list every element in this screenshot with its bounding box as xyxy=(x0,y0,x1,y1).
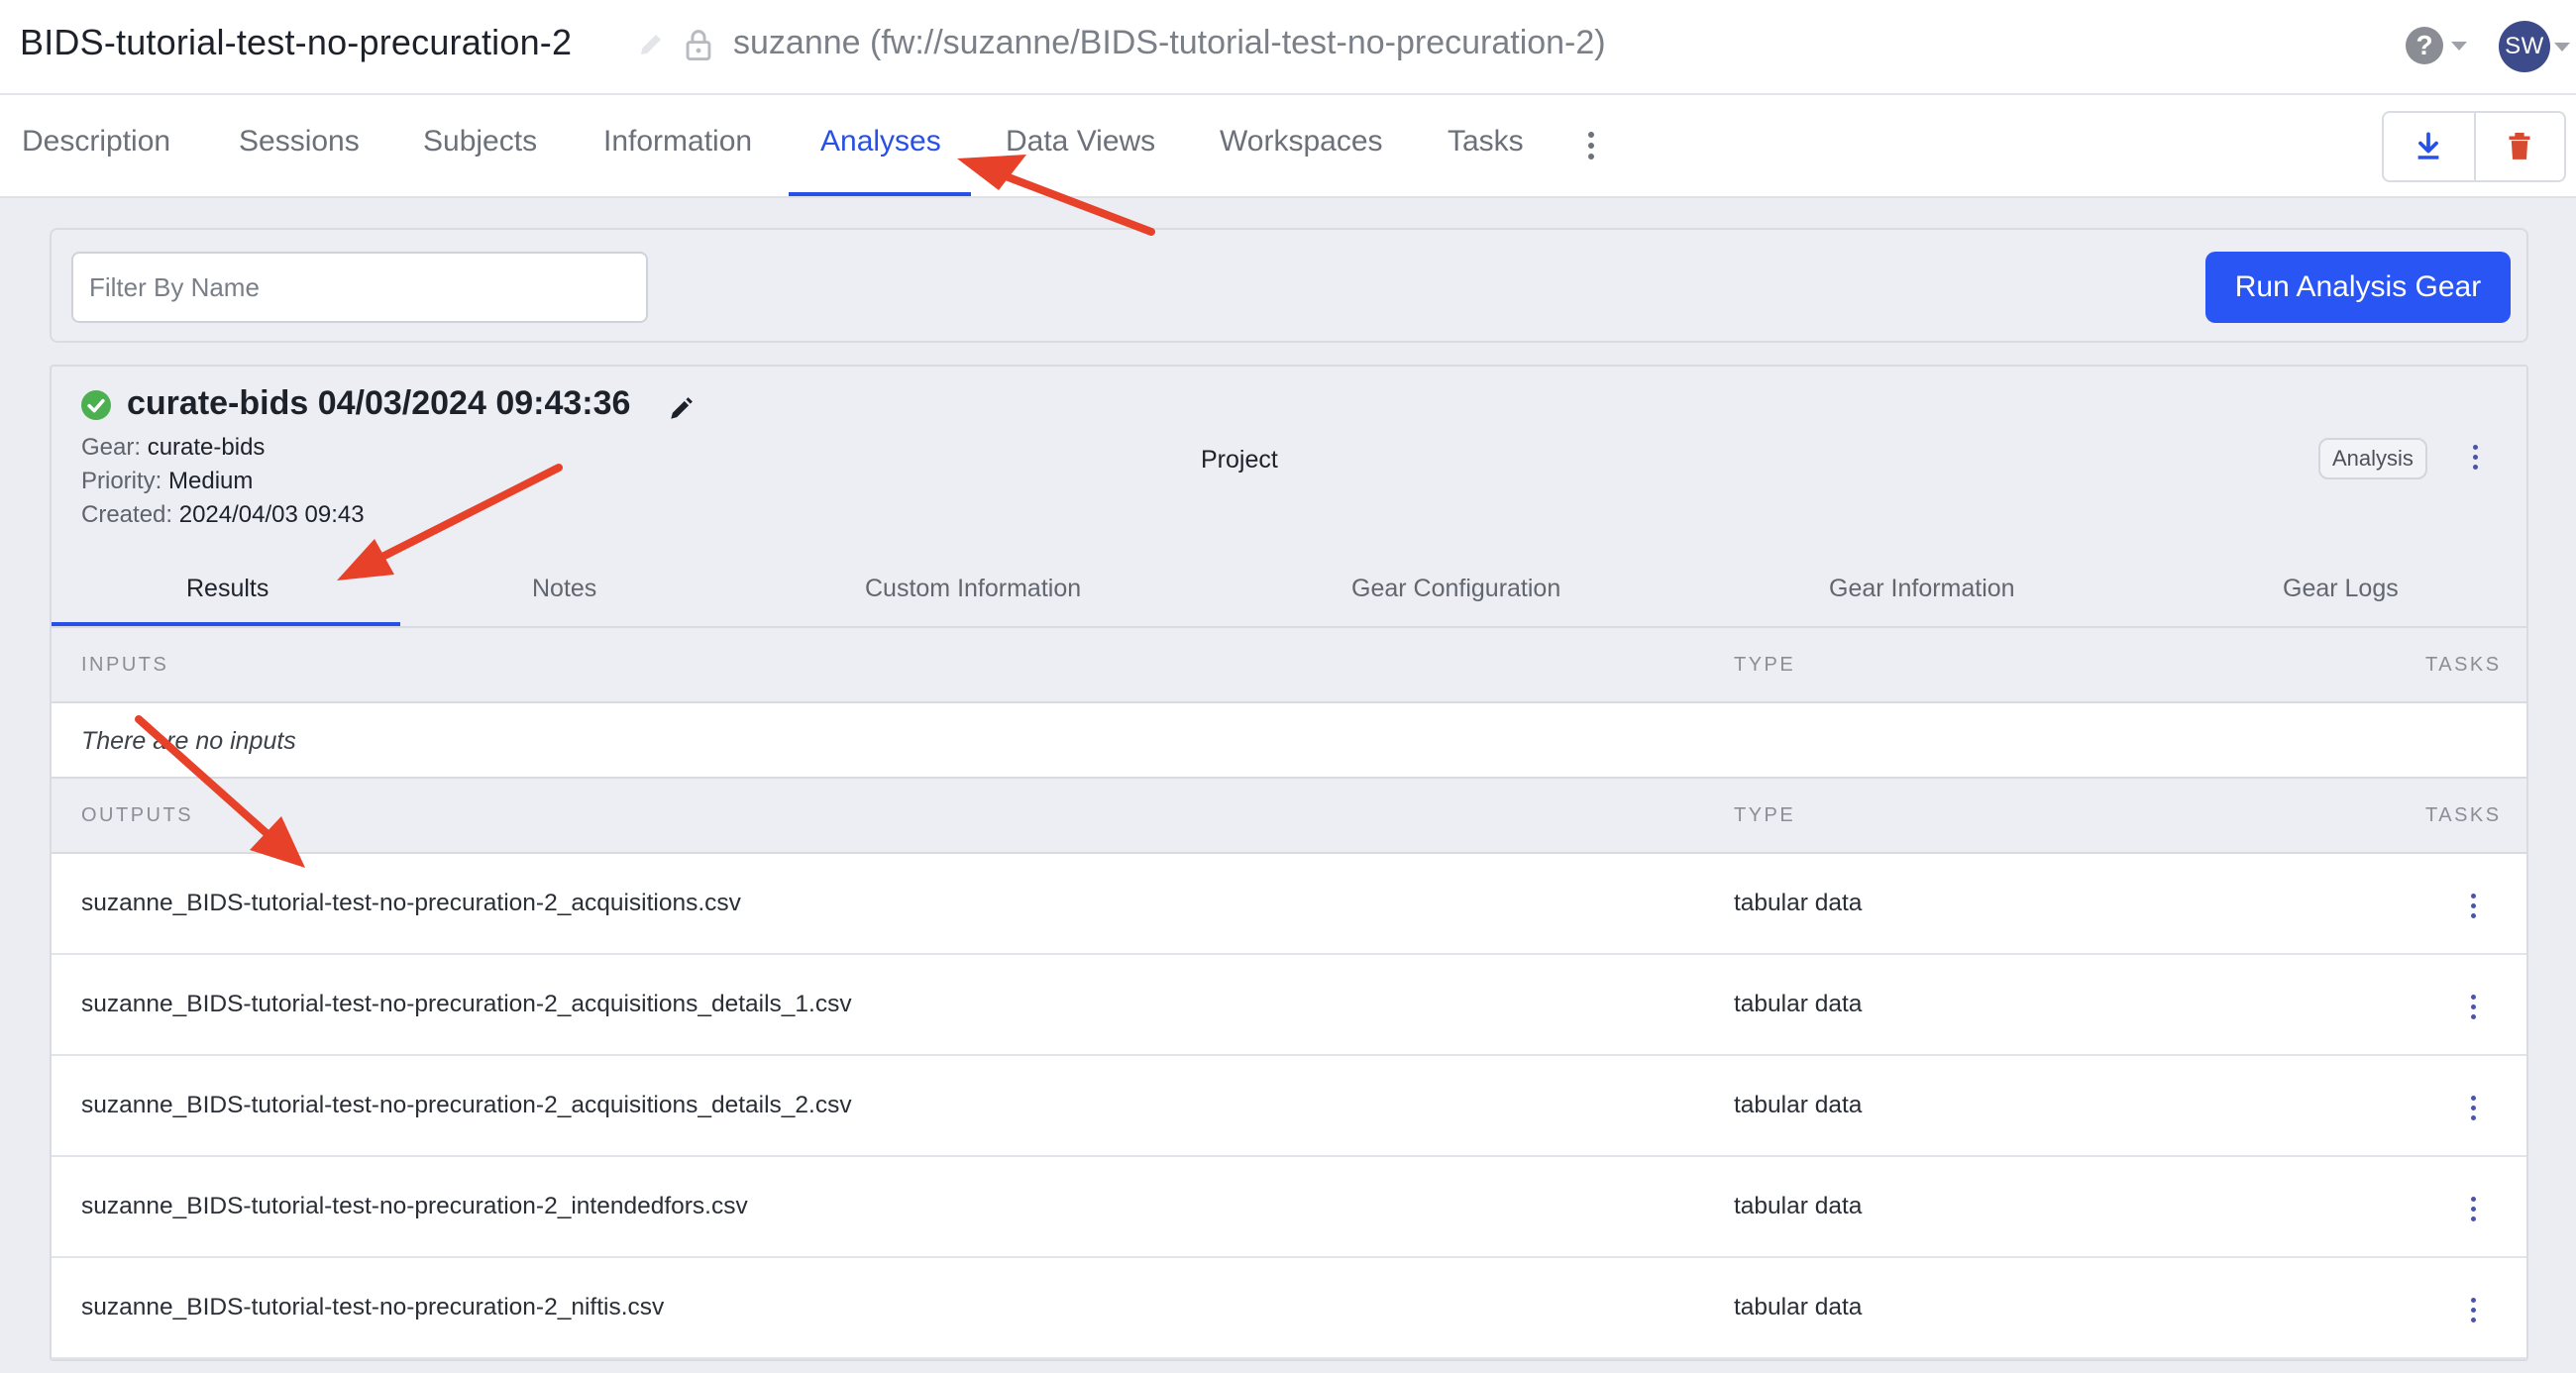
inputs-header: INPUTS TYPE TASKS xyxy=(52,628,2526,703)
tab-tasks[interactable]: Tasks xyxy=(1448,125,1524,158)
analysis-card: curate-bids 04/03/2024 09:43:36 Gear: cu… xyxy=(50,365,2528,1361)
output-file-type: tabular data xyxy=(1734,991,1863,1017)
priority-label: Priority: xyxy=(81,468,162,494)
outputs-column-tasks: TASKS xyxy=(2425,804,2502,826)
analysis-more-icon[interactable] xyxy=(2467,442,2483,472)
subtab-notes[interactable]: Notes xyxy=(532,575,596,603)
tab-analyses[interactable]: Analyses xyxy=(820,125,941,158)
output-row[interactable]: suzanne_BIDS-tutorial-test-no-precuratio… xyxy=(52,1258,2526,1359)
output-row[interactable]: suzanne_BIDS-tutorial-test-no-precuratio… xyxy=(52,955,2526,1056)
tab-subjects[interactable]: Subjects xyxy=(423,125,537,158)
subtab-results[interactable]: Results xyxy=(186,575,268,603)
tab-workspaces[interactable]: Workspaces xyxy=(1220,125,1383,158)
gear-label: Gear: xyxy=(81,434,142,461)
output-row[interactable]: suzanne_BIDS-tutorial-test-no-precuratio… xyxy=(52,1056,2526,1157)
tab-data-views[interactable]: Data Views xyxy=(1006,125,1155,158)
row-more-icon[interactable] xyxy=(2465,1296,2481,1323)
more-tabs-icon[interactable] xyxy=(1581,129,1601,162)
gear-meta: Gear: curate-bids xyxy=(81,434,265,462)
pencil-icon[interactable] xyxy=(636,30,666,59)
filter-input[interactable] xyxy=(71,252,648,323)
trash-icon xyxy=(2509,133,2530,159)
tab-sessions[interactable]: Sessions xyxy=(239,125,360,158)
project-actions xyxy=(2382,111,2566,182)
analysis-subtabs: Results Notes Custom Information Gear Co… xyxy=(52,557,2526,628)
project-tabs: Description Sessions Subjects Informatio… xyxy=(0,95,2576,198)
edit-icon[interactable] xyxy=(668,396,694,422)
check-circle-icon xyxy=(81,390,111,420)
subtab-gear-information[interactable]: Gear Information xyxy=(1829,575,2015,603)
subtab-gear-logs[interactable]: Gear Logs xyxy=(2283,575,2399,603)
project-title: BIDS-tutorial-test-no-precuration-2 xyxy=(20,22,573,62)
lock-icon xyxy=(686,30,711,61)
inputs-column-type: TYPE xyxy=(1734,654,1796,676)
chevron-down-icon xyxy=(2554,42,2570,52)
avatar: SW xyxy=(2499,21,2550,72)
active-tab-indicator xyxy=(789,192,971,196)
inputs-empty-text: There are no inputs xyxy=(81,727,296,755)
chevron-down-icon xyxy=(2451,41,2467,51)
help-menu-button[interactable]: ? xyxy=(2406,26,2471,65)
outputs-column-type: TYPE xyxy=(1734,804,1796,826)
output-file-name[interactable]: suzanne_BIDS-tutorial-test-no-precuratio… xyxy=(81,890,741,917)
output-file-name[interactable]: suzanne_BIDS-tutorial-test-no-precuratio… xyxy=(81,1092,852,1119)
outputs-column-name: OUTPUTS xyxy=(81,804,194,826)
output-file-name[interactable]: suzanne_BIDS-tutorial-test-no-precuratio… xyxy=(81,991,852,1018)
output-row[interactable]: suzanne_BIDS-tutorial-test-no-precuratio… xyxy=(52,1157,2526,1258)
user-menu-button[interactable]: SW xyxy=(2499,20,2576,73)
delete-button[interactable] xyxy=(2473,113,2564,180)
tab-description[interactable]: Description xyxy=(22,125,170,158)
output-file-name[interactable]: suzanne_BIDS-tutorial-test-no-precuratio… xyxy=(81,1294,664,1321)
row-more-icon[interactable] xyxy=(2465,1195,2481,1222)
priority-meta: Priority: Medium xyxy=(81,468,253,495)
created-meta: Created: 2024/04/03 09:43 xyxy=(81,501,365,529)
tab-information[interactable]: Information xyxy=(603,125,752,158)
output-file-type: tabular data xyxy=(1734,1092,1863,1118)
project-path: suzanne (fw://suzanne/BIDS-tutorial-test… xyxy=(733,24,1606,61)
output-row[interactable]: suzanne_BIDS-tutorial-test-no-precuratio… xyxy=(52,854,2526,955)
priority-value: Medium xyxy=(168,468,254,494)
row-more-icon[interactable] xyxy=(2465,993,2481,1020)
row-more-icon[interactable] xyxy=(2465,892,2481,919)
row-more-icon[interactable] xyxy=(2465,1094,2481,1121)
active-subtab-indicator xyxy=(52,622,400,626)
app-header: BIDS-tutorial-test-no-precuration-2 suza… xyxy=(0,0,2576,95)
analysis-parent: Project xyxy=(1201,446,1278,474)
run-analysis-gear-button[interactable]: Run Analysis Gear xyxy=(2205,252,2511,323)
download-icon xyxy=(2418,132,2439,159)
output-file-name[interactable]: suzanne_BIDS-tutorial-test-no-precuratio… xyxy=(81,1193,748,1220)
output-file-type: tabular data xyxy=(1734,1294,1863,1320)
help-icon: ? xyxy=(2406,27,2443,64)
created-label: Created: xyxy=(81,501,173,528)
output-file-type: tabular data xyxy=(1734,1193,1863,1219)
filter-bar: Run Analysis Gear xyxy=(50,228,2528,343)
subtab-gear-configuration[interactable]: Gear Configuration xyxy=(1351,575,1560,603)
outputs-header: OUTPUTS TYPE TASKS xyxy=(52,779,2526,854)
inputs-column-tasks: TASKS xyxy=(2425,654,2502,676)
inputs-empty-row: There are no inputs xyxy=(52,703,2526,779)
subtab-custom-information[interactable]: Custom Information xyxy=(865,575,1081,603)
created-value: 2024/04/03 09:43 xyxy=(178,501,365,528)
gear-value: curate-bids xyxy=(147,434,266,461)
analysis-title: curate-bids 04/03/2024 09:43:36 xyxy=(127,384,631,422)
download-button[interactable] xyxy=(2384,113,2474,180)
output-file-type: tabular data xyxy=(1734,890,1863,916)
analysis-type-badge: Analysis xyxy=(2318,438,2427,479)
inputs-column-name: INPUTS xyxy=(81,654,169,676)
